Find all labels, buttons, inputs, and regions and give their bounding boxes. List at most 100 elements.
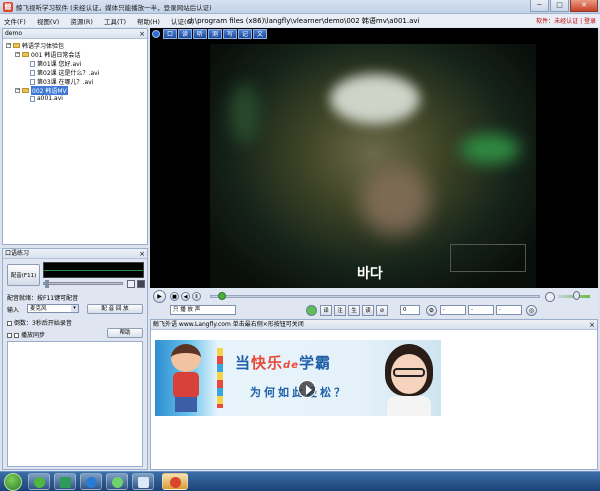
range-select-b[interactable]: - <box>468 305 494 315</box>
oral-panel-title: 口语练习 <box>5 250 30 257</box>
expander-icon[interactable]: − <box>6 43 11 48</box>
range-select-a[interactable]: - <box>440 305 466 315</box>
mode-button-disable[interactable]: ⊘ <box>376 305 388 316</box>
range-select-c[interactable]: - <box>496 305 522 315</box>
shape <box>173 372 199 398</box>
chevron-down-icon: ▾ <box>71 305 78 312</box>
sync-label: 播放同步 <box>21 332 46 339</box>
record-stop-button[interactable] <box>137 280 145 288</box>
video-watermark-box <box>450 244 526 272</box>
video-toolbar: 口 读 听 测 写 记 文 <box>152 29 268 39</box>
mode-button-vocab[interactable]: 生 <box>348 305 360 316</box>
dub-playback-button[interactable]: 配 音 回 放 <box>87 304 143 314</box>
ad-banner[interactable]: 当快乐de学霸 为何如此轻松？ <box>155 340 441 416</box>
shape <box>175 397 197 412</box>
toolbar-button-write[interactable]: 写 <box>223 29 237 39</box>
headline-suffix: 学霸 <box>298 354 331 372</box>
ad-panel-close-icon[interactable]: × <box>589 320 595 330</box>
repeat-icon[interactable]: ◎ <box>526 305 537 316</box>
toolbar-button-read[interactable]: 读 <box>178 29 192 39</box>
expander-icon[interactable]: − <box>15 88 20 93</box>
expander-icon[interactable]: − <box>15 52 20 57</box>
window-title: 鲸飞视听学习软件 (未经认证，媒体只能播放一半，登录网站后认证) <box>16 4 212 12</box>
registration-status[interactable]: 软件：未经认证 | 登录 <box>536 16 596 25</box>
countdown-option[interactable]: 倒数：3秒后开始录音 <box>7 318 72 327</box>
mode-button-translate[interactable]: 译 <box>320 305 332 316</box>
maximize-button[interactable]: □ <box>550 0 569 12</box>
gear-icon[interactable]: ⚙ <box>426 305 437 316</box>
taskbar-chat-icon[interactable] <box>106 473 128 490</box>
start-button[interactable] <box>4 473 22 491</box>
sync-toggle-icon[interactable] <box>7 333 12 338</box>
sync-checkbox[interactable] <box>14 333 19 338</box>
dub-status-text: 配音就绪：按F11键可配音 <box>7 295 79 302</box>
tree-node-a001[interactable]: a001.avi <box>30 95 63 102</box>
toolbar-button-test[interactable]: 测 <box>208 29 222 39</box>
menu-help[interactable]: 帮助(H) <box>137 16 160 26</box>
record-button[interactable]: 配音(F11) <box>7 264 40 286</box>
taskbar-browser-icon[interactable] <box>80 473 102 490</box>
tree-node-korean-mv[interactable]: − 002 韩语MV <box>15 86 68 95</box>
minimize-button[interactable]: ─ <box>530 0 549 12</box>
menu-file[interactable]: 文件(F) <box>4 16 26 26</box>
play-icon[interactable] <box>298 380 316 398</box>
record-play-button[interactable] <box>127 280 135 288</box>
input-device-select[interactable]: 麦克风 ▾ <box>27 304 79 313</box>
tree-node-lesson-02[interactable]: 第02课 这是什么？.avi <box>30 68 99 77</box>
input-device-value: 麦克风 <box>30 306 47 312</box>
rewind-icon[interactable]: ◀ <box>181 292 190 301</box>
toolbar-button-memo[interactable]: 记 <box>238 29 252 39</box>
headline-prefix: 当 <box>235 354 252 372</box>
progress-bar[interactable] <box>210 295 540 298</box>
range-b-value: - <box>471 307 473 313</box>
menu-resource[interactable]: 资源(R) <box>70 16 93 26</box>
video-scene-shape <box>330 74 420 124</box>
banner-headline: 当快乐de学霸 <box>235 352 331 373</box>
play-icon[interactable]: ▶ <box>153 290 166 303</box>
video-scene-shape <box>230 84 260 144</box>
toolbar-button-listen[interactable]: 听 <box>193 29 207 39</box>
stop-icon[interactable]: ■ <box>170 292 179 301</box>
taskbar-ie-icon[interactable] <box>28 473 50 490</box>
countdown-checkbox[interactable] <box>7 321 12 326</box>
menu-tools[interactable]: 工具(T) <box>104 16 126 26</box>
app-window: 鲸 鲸飞视听学习软件 (未经认证，媒体只能播放一半，登录网站后认证) ─ □ ✕… <box>0 0 600 491</box>
tree-panel-close-icon[interactable]: × <box>139 29 145 39</box>
help-button[interactable]: 帮助 <box>107 328 143 338</box>
tree-node-daily-conversation[interactable]: − 001 韩语日常会话 <box>15 50 80 59</box>
taskbar-langfly-icon[interactable] <box>162 473 188 490</box>
ad-panel: 鲸飞外语 www.Langfly.com 单击最右侧×形按钮可关闭 × 当快乐d… <box>150 319 598 470</box>
oral-panel-close-icon[interactable]: × <box>139 249 145 259</box>
taskbar-notes-icon[interactable] <box>132 473 154 490</box>
toolbar-menu-icon[interactable] <box>152 30 160 38</box>
pause-icon[interactable]: Ⅱ <box>192 292 201 301</box>
toolbar-button-text[interactable]: 文 <box>253 29 267 39</box>
oral-practice-panel: 口语练习 × 配音(F11) 配音就绪：按F11键可配音 输入 麦克风 ▾ 配 … <box>2 248 148 470</box>
taskbar-media-icon[interactable] <box>54 473 76 490</box>
oral-notes-area[interactable] <box>7 341 143 467</box>
tree-node-lesson-03[interactable]: 第03课 在哪儿？.avi <box>30 77 93 86</box>
speed-select[interactable]: 0 <box>400 305 420 315</box>
video-file-icon <box>30 78 35 85</box>
sync-option[interactable]: 播放同步 <box>7 330 45 339</box>
video-scene-shape <box>360 164 430 234</box>
current-file-path: d:\program files (x86)\langfly\vlearner\… <box>188 17 420 25</box>
record-mode-icon[interactable] <box>306 305 317 316</box>
menu-view[interactable]: 视图(V) <box>37 16 60 26</box>
close-button[interactable]: ✕ <box>570 0 598 12</box>
tree-node-root[interactable]: − 韩语学习体验包 <box>6 41 64 50</box>
shape <box>171 344 201 372</box>
tree-node-lesson-01[interactable]: 第01课 您好.avi <box>30 59 81 68</box>
mode-button-read[interactable]: 读 <box>362 305 374 316</box>
ad-panel-title: 鲸飞外语 www.Langfly.com 单击最右侧×形按钮可关闭 <box>153 321 304 328</box>
play-mode-select[interactable]: 只 播 放 声 <box>170 305 236 315</box>
mode-button-note[interactable]: 注 <box>334 305 346 316</box>
progress-knob[interactable] <box>217 292 226 300</box>
video-player[interactable]: 口 读 听 测 写 记 文 바다 <box>150 28 598 288</box>
toolbar-button-speak[interactable]: 口 <box>163 29 177 39</box>
volume-knob[interactable] <box>572 291 580 300</box>
volume-icon[interactable] <box>545 292 555 302</box>
input-label: 输入 <box>7 307 20 314</box>
record-position-slider[interactable] <box>43 280 123 288</box>
slider-knob[interactable] <box>45 280 49 288</box>
